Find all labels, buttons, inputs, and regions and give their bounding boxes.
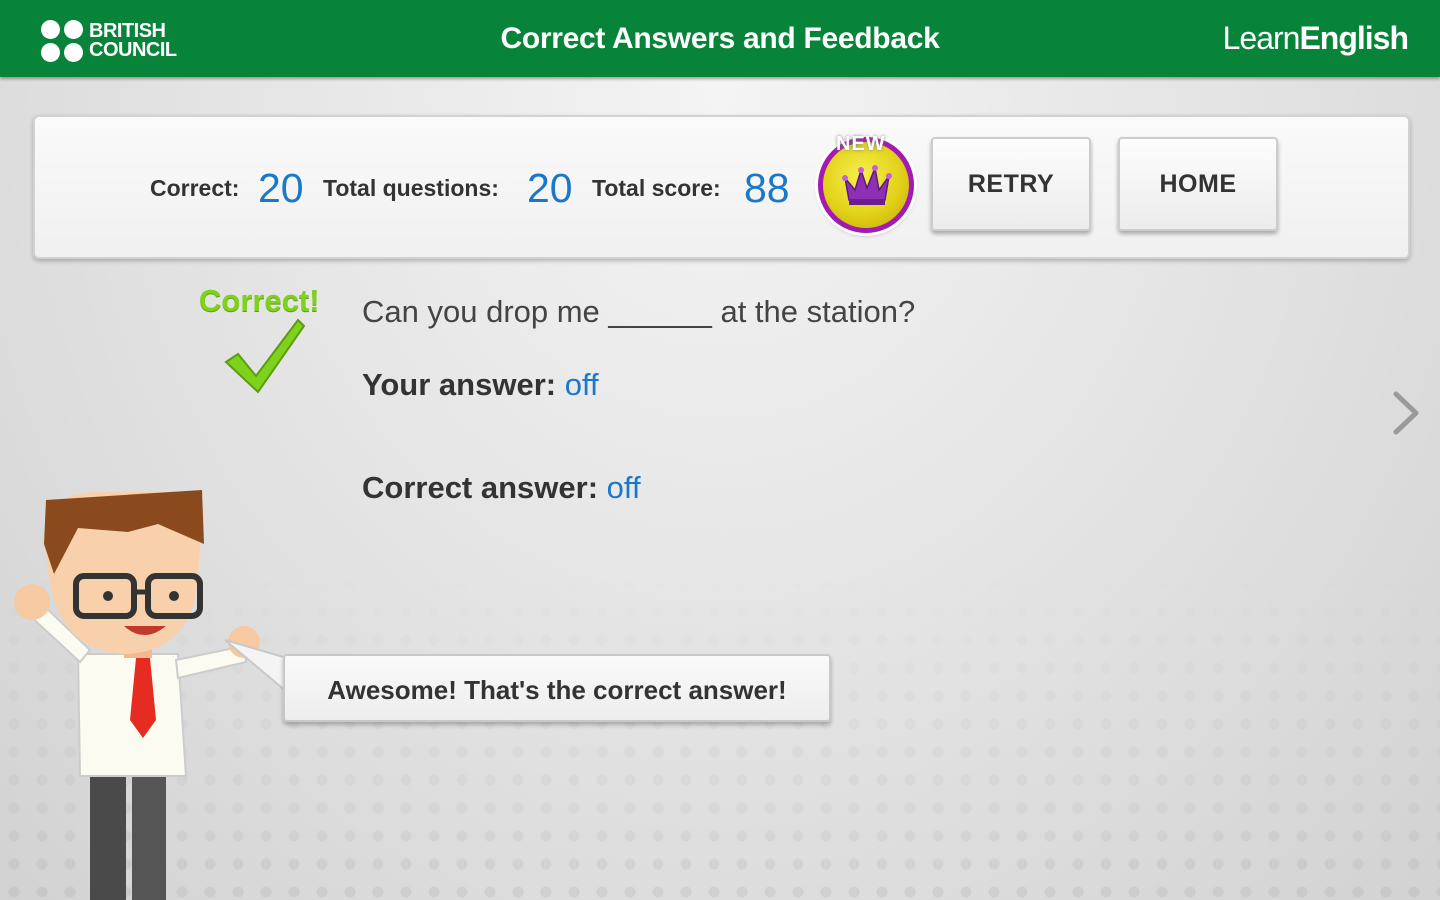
logo-learn: Learn xyxy=(1222,20,1301,56)
retry-button[interactable]: RETRY xyxy=(931,137,1091,231)
total-score-value: 88 xyxy=(744,165,790,211)
result-label: Correct! xyxy=(199,283,320,318)
correct-answer-value: off xyxy=(606,470,641,505)
app-header: BRITISH COUNCIL Correct Answers and Feed… xyxy=(0,0,1440,77)
question-text: Can you drop me ______ at the station? xyxy=(362,294,916,329)
crown-icon xyxy=(842,165,892,205)
speech-bubble-text: Awesome! That's the correct answer! xyxy=(327,675,787,705)
correct-answer-row: Correct answer: off xyxy=(362,470,641,506)
your-answer-row: Your answer: off xyxy=(362,367,599,403)
score-panel: Correct: 20 Total questions: 20 Total sc… xyxy=(33,115,1410,259)
your-answer-value: off xyxy=(564,367,599,402)
speech-bubble: Awesome! That's the correct answer! xyxy=(283,654,831,722)
total-questions-label: Total questions: xyxy=(323,175,499,201)
total-score-label: Total score: xyxy=(592,175,721,201)
correct-count-value: 20 xyxy=(258,165,304,211)
total-questions-value: 20 xyxy=(527,165,573,211)
chevron-right-icon[interactable] xyxy=(1388,390,1422,436)
correct-answer-label: Correct answer: xyxy=(362,470,599,505)
checkmark-icon xyxy=(224,318,306,394)
home-button[interactable]: HOME xyxy=(1118,137,1278,231)
correct-count-label: Correct: xyxy=(150,175,240,201)
badge-new-label: NEW xyxy=(836,133,886,155)
learnenglish-logo: LearnEnglish xyxy=(1222,20,1409,57)
your-answer-label: Your answer: xyxy=(362,367,557,402)
logo-english: English xyxy=(1299,20,1409,56)
